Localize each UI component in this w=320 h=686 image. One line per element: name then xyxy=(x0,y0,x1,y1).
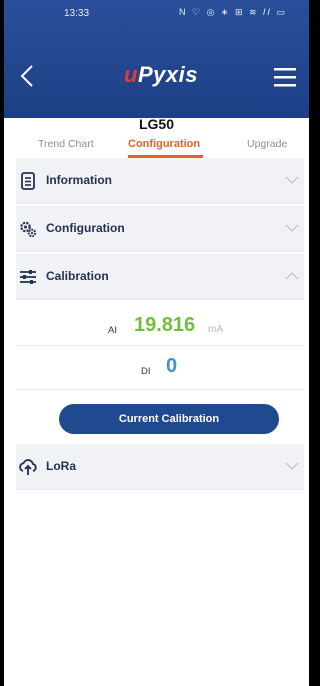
ai-label: AI xyxy=(108,325,117,336)
chevron-down-icon xyxy=(285,462,299,470)
di-label: DI xyxy=(141,366,151,377)
section-calibration[interactable]: Calibration xyxy=(16,254,304,300)
tab-trend-chart[interactable]: Trend Chart xyxy=(38,138,94,150)
tab-configuration[interactable]: Configuration xyxy=(128,138,200,150)
tab-upgrade[interactable]: Upgrade xyxy=(247,138,287,150)
hamburger-menu-icon xyxy=(274,68,296,87)
logo-prefix: u xyxy=(124,62,138,87)
section-information[interactable]: Information xyxy=(16,158,304,204)
logo-text: Pyxis xyxy=(137,62,198,87)
cloud-upload-icon xyxy=(19,459,37,475)
section-configuration-label: Configuration xyxy=(46,221,125,235)
di-reading-row: DI 0 xyxy=(16,348,304,390)
settings-icon xyxy=(20,221,37,238)
section-configuration[interactable]: Configuration xyxy=(16,206,304,252)
chevron-up-icon xyxy=(285,272,299,280)
section-calibration-label: Calibration xyxy=(46,269,109,283)
section-lora[interactable]: LoRa xyxy=(16,444,304,490)
sliders-icon xyxy=(20,270,36,284)
status-bar: 13:33 N ♡ ◎ ∗ ⊞ ≋ 𝐼𝐼 ▭ xyxy=(4,0,309,26)
calibration-panel: AI 19.816 mA DI 0 Current Calibration xyxy=(16,300,304,444)
ai-value: 19.816 xyxy=(134,314,196,336)
app-header: 13:33 N ♡ ◎ ∗ ⊞ ≋ 𝐼𝐼 ▭ uPyxis xyxy=(4,0,309,118)
status-icons: N ♡ ◎ ∗ ⊞ ≋ 𝐼𝐼 ▭ xyxy=(179,7,288,17)
back-button[interactable] xyxy=(16,62,40,90)
chevron-down-icon xyxy=(285,176,299,184)
section-lora-label: LoRa xyxy=(46,459,76,473)
device-title: LG50 xyxy=(138,116,174,132)
status-time: 13:33 xyxy=(64,8,90,19)
menu-button[interactable] xyxy=(273,66,297,88)
app-logo: uPyxis xyxy=(124,62,198,92)
ai-reading-row: AI 19.816 mA xyxy=(16,310,304,346)
chevron-down-icon xyxy=(285,224,299,232)
ai-unit: mA xyxy=(208,324,223,335)
document-icon xyxy=(21,172,35,190)
chevron-left-icon xyxy=(20,65,33,87)
di-value: 0 xyxy=(166,355,178,377)
app-screen: 13:33 N ♡ ◎ ∗ ⊞ ≋ 𝐼𝐼 ▭ uPyxis LG50 Trend… xyxy=(4,0,309,686)
section-information-label: Information xyxy=(46,173,112,187)
current-calibration-button[interactable]: Current Calibration xyxy=(59,404,279,434)
